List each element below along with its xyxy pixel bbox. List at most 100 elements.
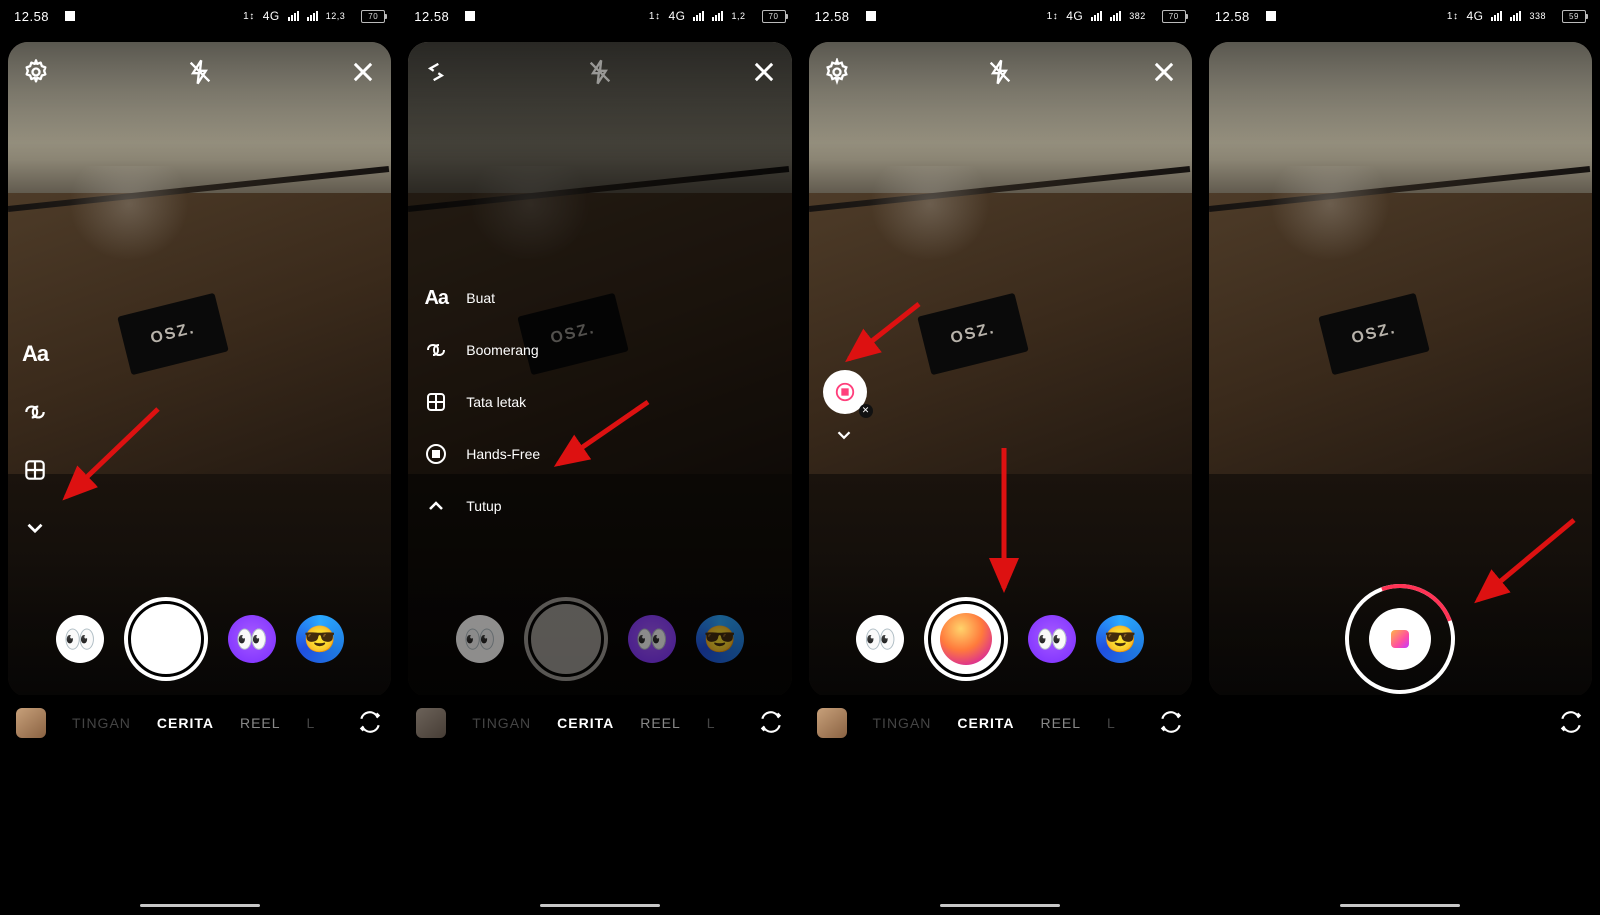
square-icon — [465, 11, 475, 21]
expand-menu-button[interactable] — [833, 424, 855, 451]
flip-camera-button[interactable] — [1558, 709, 1584, 738]
handsfree-mode-badge[interactable]: ✕ — [823, 370, 867, 414]
close-button[interactable] — [744, 52, 784, 92]
boomerang-button[interactable] — [18, 395, 52, 429]
gallery-thumbnail[interactable] — [817, 708, 847, 738]
camera-viewfinder[interactable]: OSZ. AaBuat Boomerang Tata letak Hands-F… — [408, 42, 791, 697]
tab-live[interactable]: L — [1107, 715, 1116, 731]
net-label: 4G — [668, 9, 685, 23]
filter-rainbow[interactable]: 😎 — [696, 615, 744, 663]
shutter-row: 👀 👀 😎 — [8, 593, 391, 685]
create-menu: AaBuat Boomerang Tata letak Hands-Free T… — [422, 284, 540, 520]
layout-button[interactable] — [18, 453, 52, 487]
filter-pink[interactable]: 👀 — [628, 615, 676, 663]
battery-icon: 70 — [762, 10, 786, 23]
shutter-button[interactable] — [124, 597, 208, 681]
camera-viewfinder[interactable]: OSZ. ✕ 👀 👀 😎 — [809, 42, 1192, 697]
updown-icon: 1↕ — [1447, 11, 1459, 22]
signal-icon — [288, 11, 299, 21]
tab-post[interactable]: TINGAN — [72, 715, 131, 731]
filter-eyes[interactable]: 👀 — [856, 615, 904, 663]
home-indicator — [1340, 904, 1460, 907]
speed-label: 338 — [1529, 11, 1546, 21]
shutter-button[interactable] — [524, 597, 608, 681]
battery-icon: 70 — [1162, 10, 1186, 23]
updown-icon: 1↕ — [243, 11, 255, 22]
shutter-button[interactable] — [924, 597, 1008, 681]
back-button[interactable] — [416, 52, 456, 92]
signal-icon — [1091, 11, 1102, 21]
mode-tabs — [1201, 699, 1600, 747]
camera-viewfinder[interactable]: OSZ. — [1209, 42, 1592, 697]
filter-rainbow[interactable]: 😎 — [1096, 615, 1144, 663]
flip-camera-button[interactable] — [758, 709, 784, 738]
flash-off-button[interactable] — [180, 52, 220, 92]
gallery-thumbnail[interactable] — [16, 708, 46, 738]
flip-camera-button[interactable] — [1158, 709, 1184, 738]
signal2-icon — [307, 11, 318, 21]
updown-icon: 1↕ — [649, 11, 661, 22]
filter-rainbow[interactable]: 😎 — [296, 615, 344, 663]
home-indicator — [940, 904, 1060, 907]
screenshot-2: 12.58 1↕ 4G 1,2 70 OSZ. — [400, 0, 800, 915]
updown-icon: 1↕ — [1047, 11, 1059, 22]
flash-off-button[interactable] — [980, 52, 1020, 92]
battery-icon: 59 — [1562, 10, 1586, 23]
status-bar: 12.58 1↕ 4G 12,3 70 — [0, 0, 399, 32]
tab-story[interactable]: CERITA — [157, 715, 214, 731]
net-label: 4G — [1066, 9, 1083, 23]
square-icon — [866, 11, 876, 21]
menu-item-boomerang[interactable]: Boomerang — [422, 336, 540, 364]
tab-story[interactable]: CERITA — [557, 715, 614, 731]
record-icon — [422, 440, 450, 468]
mode-tabs: TINGAN CERITA REEL L — [0, 699, 399, 747]
tab-live[interactable]: L — [307, 715, 316, 731]
filter-pink[interactable]: 👀 — [228, 615, 276, 663]
menu-item-handsfree[interactable]: Hands-Free — [422, 440, 540, 468]
filter-eyes[interactable]: 👀 — [456, 615, 504, 663]
camera-viewfinder[interactable]: OSZ. Aa 👀 👀 😎 — [8, 42, 391, 697]
speed-label: 12,3 — [326, 11, 346, 21]
home-indicator — [540, 904, 660, 907]
shutter-row: 👀 👀 😎 — [809, 593, 1192, 685]
layout-icon — [422, 388, 450, 416]
gallery-thumbnail[interactable] — [416, 708, 446, 738]
filter-eyes[interactable]: 👀 — [56, 615, 104, 663]
text-icon: Aa — [422, 284, 450, 312]
menu-item-close[interactable]: Tutup — [422, 492, 540, 520]
create-text-button[interactable]: Aa — [18, 337, 52, 371]
flip-camera-button[interactable] — [357, 709, 383, 738]
close-button[interactable] — [1144, 52, 1184, 92]
expand-menu-button[interactable] — [18, 511, 52, 545]
tab-reel[interactable]: REEL — [1040, 715, 1081, 731]
screenshot-3: 12.58 1↕ 4G 382 70 OSZ. — [801, 0, 1201, 915]
tab-story[interactable]: CERITA — [957, 715, 1014, 731]
close-button[interactable] — [343, 52, 383, 92]
left-tools: Aa — [18, 337, 52, 545]
shutter-row — [1209, 593, 1592, 685]
settings-button[interactable] — [16, 52, 56, 92]
shutter-row: 👀 👀 😎 — [408, 593, 791, 685]
settings-button[interactable] — [817, 52, 857, 92]
clock: 12.58 — [1215, 9, 1250, 24]
stop-record-button[interactable] — [1345, 584, 1455, 694]
tab-post[interactable]: TINGAN — [873, 715, 932, 731]
mode-tabs: TINGAN CERITA REEL L — [400, 699, 799, 747]
tab-reel[interactable]: REEL — [240, 715, 281, 731]
tab-reel[interactable]: REEL — [640, 715, 681, 731]
signal-icon — [1491, 11, 1502, 21]
clear-mode-button[interactable]: ✕ — [859, 404, 873, 418]
signal-icon — [693, 11, 704, 21]
tab-post[interactable]: TINGAN — [472, 715, 531, 731]
net-label: 4G — [263, 9, 280, 23]
filter-pink[interactable]: 👀 — [1028, 615, 1076, 663]
home-indicator — [140, 904, 260, 907]
flash-off-button[interactable] — [580, 52, 620, 92]
clock: 12.58 — [815, 9, 850, 24]
menu-item-create[interactable]: AaBuat — [422, 284, 540, 312]
speed-label: 1,2 — [731, 11, 745, 21]
square-icon — [65, 11, 75, 21]
menu-item-layout[interactable]: Tata letak — [422, 388, 540, 416]
tab-live[interactable]: L — [707, 715, 716, 731]
square-icon — [1266, 11, 1276, 21]
